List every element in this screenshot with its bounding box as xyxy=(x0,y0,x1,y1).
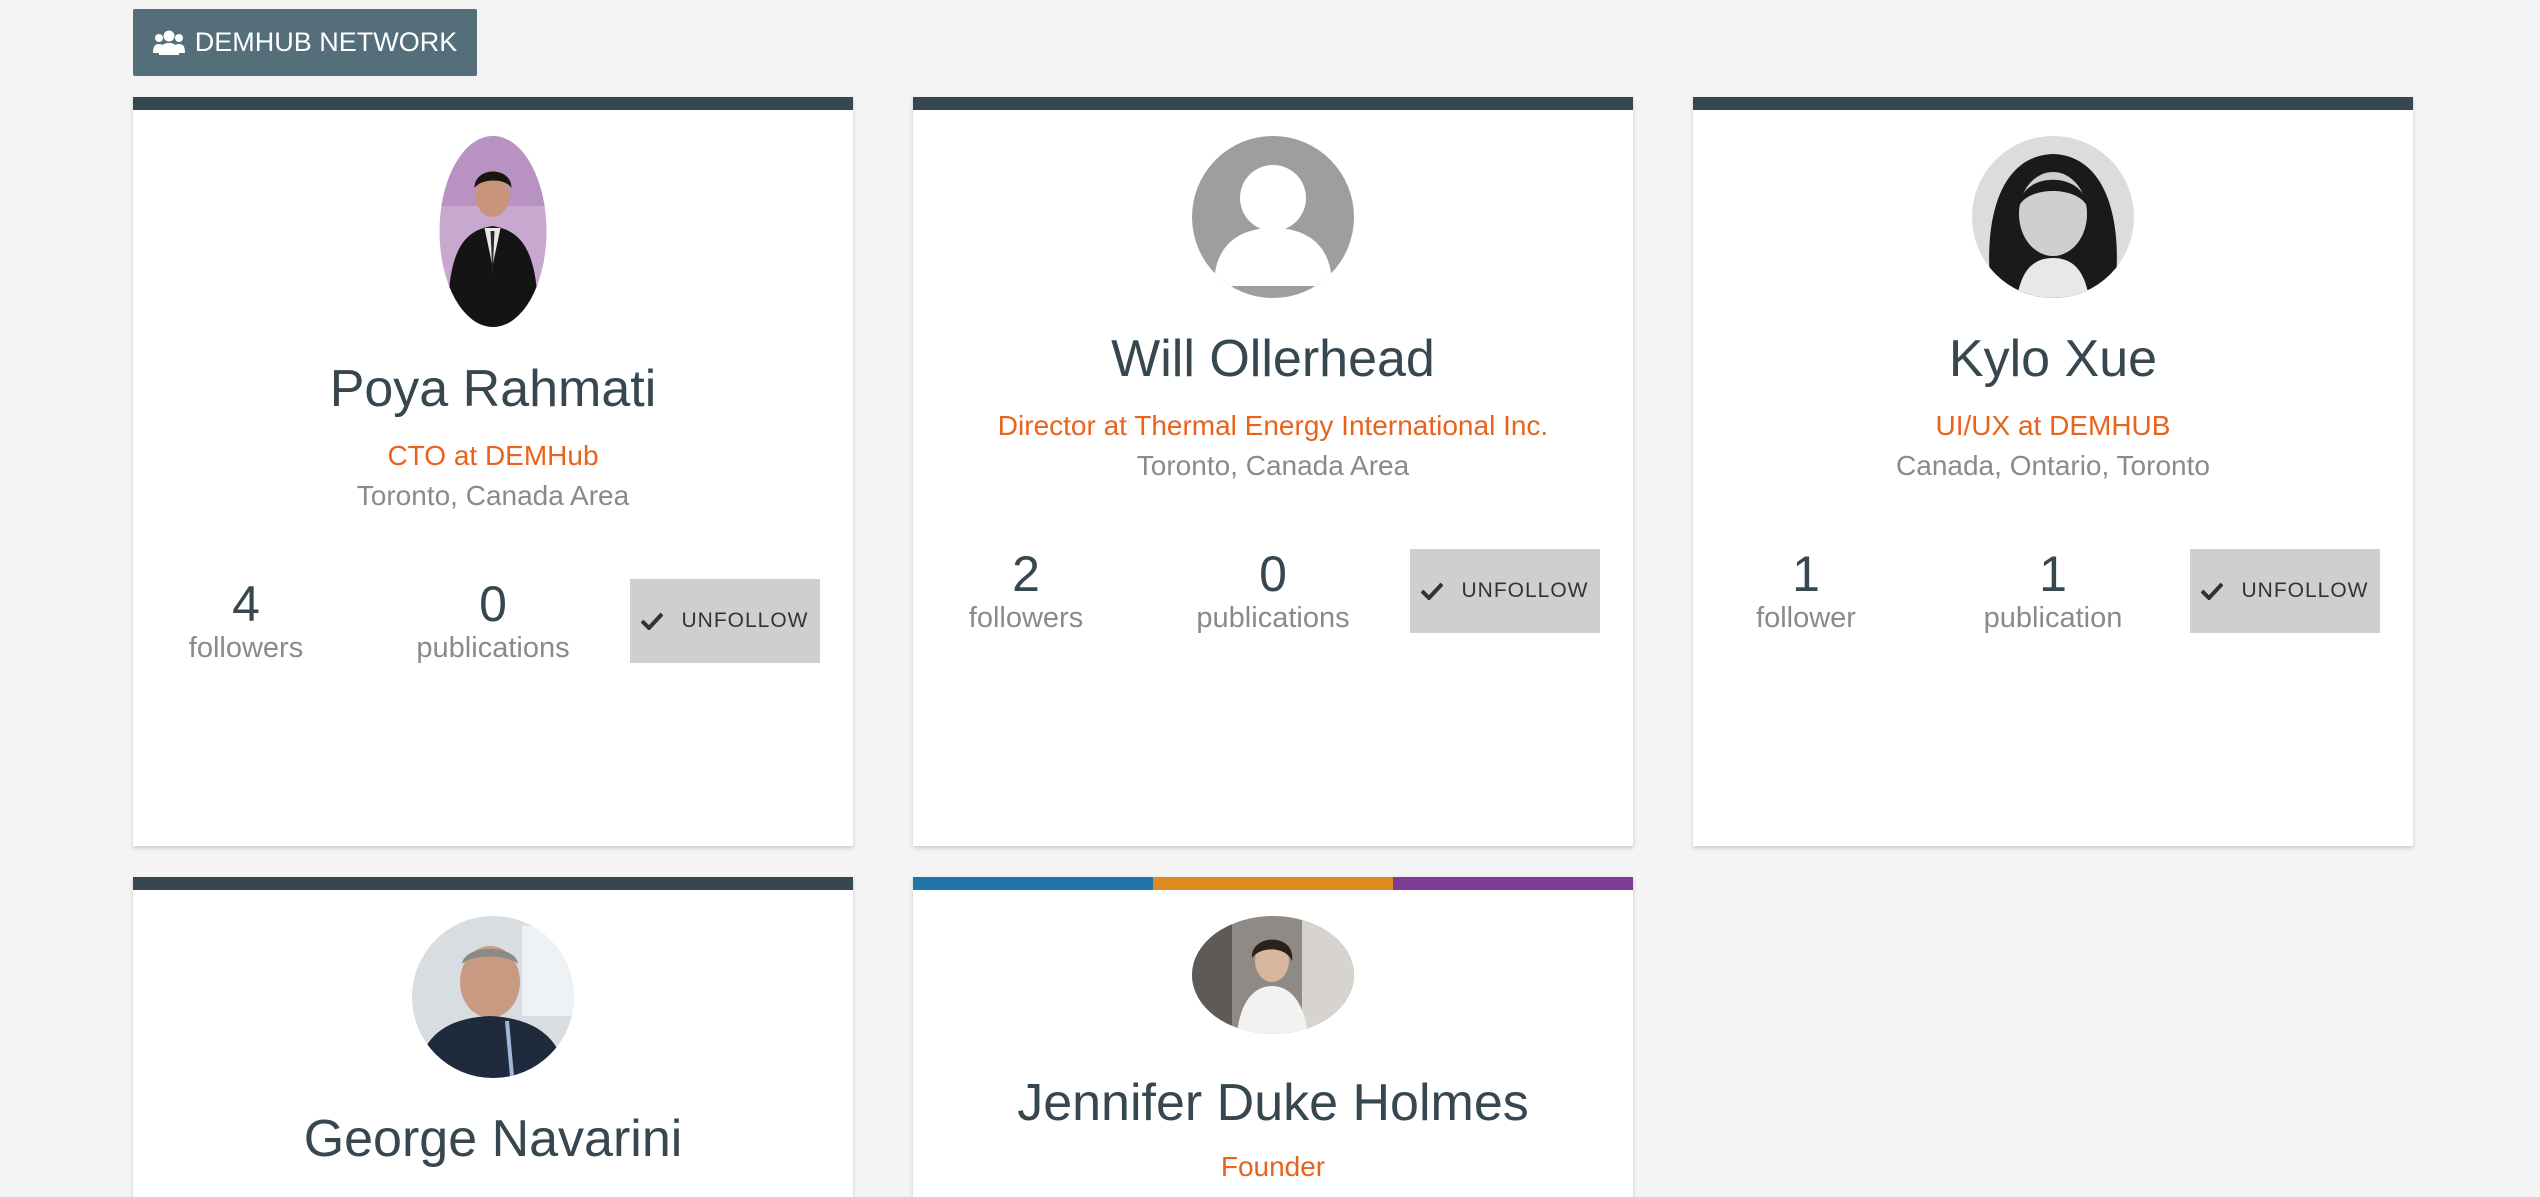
profile-card: Poya Rahmati CTO at DEMHub Toronto, Cana… xyxy=(133,97,853,846)
followers-count: 2 xyxy=(1012,546,1040,602)
unfollow-label: UNFOLLOW xyxy=(2241,579,2369,602)
card-topbar xyxy=(133,877,853,890)
avatar[interactable] xyxy=(1192,916,1354,1034)
publications-label: publication xyxy=(1983,602,2123,634)
publications-stat[interactable]: 0 publications xyxy=(393,577,593,665)
profile-name[interactable]: Jennifer Duke Holmes xyxy=(913,1073,1633,1133)
card-topbar xyxy=(1693,97,2413,110)
default-user-icon[interactable] xyxy=(1192,136,1354,298)
avatar[interactable] xyxy=(412,916,574,1078)
profile-card: George Navarini xyxy=(133,877,853,1197)
followers-stat[interactable]: 4 followers xyxy=(146,577,346,665)
profile-card: Will Ollerhead Director at Thermal Energ… xyxy=(913,97,1633,846)
publications-count: 0 xyxy=(479,576,507,632)
profile-name[interactable]: Poya Rahmati xyxy=(133,359,853,419)
unfollow-button[interactable]: UNFOLLOW xyxy=(2190,549,2380,633)
network-button-label: DEMHUB NETWORK xyxy=(194,27,458,57)
unfollow-button[interactable]: UNFOLLOW xyxy=(1410,549,1600,633)
followers-count: 4 xyxy=(232,576,260,632)
profile-name[interactable]: Will Ollerhead xyxy=(913,329,1633,389)
check-icon xyxy=(641,612,664,630)
followers-stat[interactable]: 1 follower xyxy=(1706,547,1906,635)
followers-label: follower xyxy=(1756,602,1856,634)
followers-count: 1 xyxy=(1792,546,1820,602)
check-icon xyxy=(2201,582,2224,600)
profile-name[interactable]: Kylo Xue xyxy=(1693,329,2413,389)
publications-count: 0 xyxy=(1259,546,1287,602)
profile-role: Founder xyxy=(1220,1151,1326,1182)
check-icon xyxy=(1421,582,1444,600)
card-topbar xyxy=(133,97,853,110)
publications-stat[interactable]: 0 publications xyxy=(1173,547,1373,635)
followers-label: followers xyxy=(968,602,1084,634)
profile-role: CTO at DEMHub xyxy=(387,440,599,471)
users-icon xyxy=(152,30,185,55)
profile-location: Toronto, Canada Area xyxy=(1136,450,1410,481)
publications-label: publications xyxy=(416,632,570,664)
profile-role: Director at Thermal Energy International… xyxy=(997,410,1549,441)
followers-stat[interactable]: 2 followers xyxy=(926,547,1126,635)
avatar[interactable] xyxy=(1972,136,2134,298)
demhub-network-button[interactable]: DEMHUB NETWORK xyxy=(133,9,477,76)
card-topbar xyxy=(913,97,1633,110)
unfollow-label: UNFOLLOW xyxy=(681,609,809,632)
publications-stat[interactable]: 1 publication xyxy=(1953,547,2153,635)
unfollow-label: UNFOLLOW xyxy=(1461,579,1589,602)
profile-location: Canada, Ontario, Toronto xyxy=(1896,450,2210,481)
followers-label: followers xyxy=(188,632,304,664)
profile-card: Jennifer Duke Holmes Founder xyxy=(913,877,1633,1197)
profile-location: Toronto, Canada Area xyxy=(356,480,630,511)
publications-label: publications xyxy=(1196,602,1350,634)
profile-card: Kylo Xue UI/UX at DEMHUB Canada, Ontario… xyxy=(1693,97,2413,846)
profile-name[interactable]: George Navarini xyxy=(133,1109,853,1169)
card-topbar xyxy=(913,877,1633,890)
avatar[interactable] xyxy=(439,136,547,327)
publications-count: 1 xyxy=(2039,546,2067,602)
profile-role: UI/UX at DEMHUB xyxy=(1935,410,2171,441)
unfollow-button[interactable]: UNFOLLOW xyxy=(630,579,820,663)
